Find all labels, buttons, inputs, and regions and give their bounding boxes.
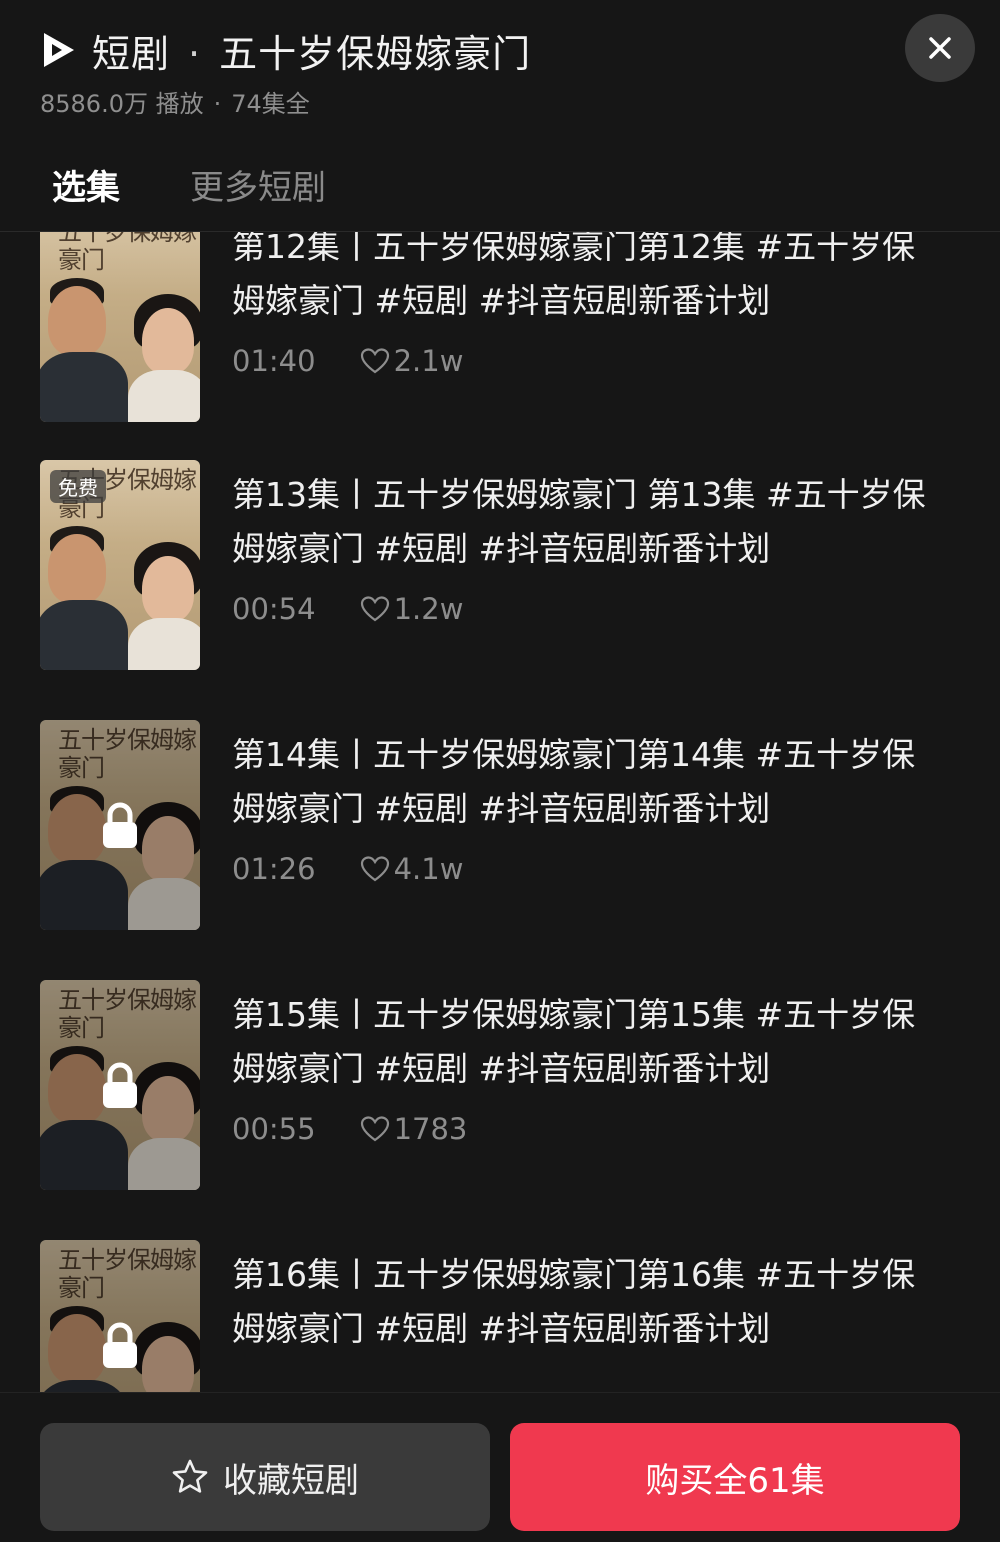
close-button[interactable] bbox=[905, 14, 975, 82]
episode-item[interactable]: 免费 五十岁保姆嫁豪门 第13集丨五十岁保姆嫁豪门 第13集 #五十岁保姆嫁豪门… bbox=[40, 460, 970, 672]
close-icon bbox=[929, 37, 951, 59]
episode-item[interactable]: 五十岁保姆嫁豪门 第12集丨五十岁保姆嫁豪门第12集 #五十岁保姆嫁豪门 #短剧… bbox=[40, 232, 970, 424]
episode-item[interactable]: 五十岁保姆嫁豪门 第15集丨五十岁保姆嫁豪门第15集 #五十岁保姆嫁豪门 #短剧… bbox=[40, 980, 970, 1192]
episode-item[interactable]: 五十岁保姆嫁豪门 第16集丨五十岁保姆嫁豪门第16集 #五十岁保姆嫁豪门 #短剧… bbox=[40, 1240, 970, 1392]
episode-meta: 01:40 2.1w bbox=[232, 344, 463, 378]
episode-duration: 01:26 bbox=[232, 852, 316, 886]
favorite-label: 收藏短剧 bbox=[223, 1460, 359, 1501]
episode-thumbnail: 五十岁保姆嫁豪门 bbox=[40, 1240, 200, 1392]
heart-icon bbox=[360, 596, 389, 622]
heart-icon bbox=[360, 348, 389, 374]
episode-list[interactable]: 五十岁保姆嫁豪门 第12集丨五十岁保姆嫁豪门第12集 #五十岁保姆嫁豪门 #短剧… bbox=[0, 232, 1000, 1392]
heart-icon bbox=[360, 856, 389, 882]
favorite-drama-button[interactable]: 收藏短剧 bbox=[40, 1423, 490, 1531]
episode-duration: 00:54 bbox=[232, 592, 316, 626]
app-label: 短剧 bbox=[92, 31, 171, 76]
like-count: 1783 bbox=[393, 1112, 468, 1146]
lock-icon bbox=[103, 1322, 137, 1368]
episode-duration: 00:55 bbox=[232, 1112, 316, 1146]
title-row: 短剧 · 五十岁保姆嫁豪门 bbox=[40, 22, 531, 78]
episode-title: 第12集丨五十岁保姆嫁豪门第12集 #五十岁保姆嫁豪门 #短剧 #抖音短剧新番计… bbox=[232, 232, 916, 320]
poster-text: 五十岁保姆嫁豪门 bbox=[58, 1246, 197, 1302]
like-count: 2.1w bbox=[393, 344, 464, 378]
episode-meta: 00:54 1.2w bbox=[232, 592, 463, 626]
like-count: 4.1w bbox=[393, 852, 464, 886]
title-separator: · bbox=[188, 31, 202, 76]
tab-episodes[interactable]: 选集 bbox=[52, 160, 120, 243]
episode-meta: 00:55 1783 bbox=[232, 1112, 467, 1146]
drama-stats: 8586.0万 播放 · 74集全 bbox=[40, 84, 310, 119]
play-logo-icon bbox=[44, 33, 74, 67]
bottom-action-bar: 收藏短剧 购买全61集 bbox=[0, 1392, 1000, 1542]
episode-title: 第13集丨五十岁保姆嫁豪门 第13集 #五十岁保姆嫁豪门 #短剧 #抖音短剧新番… bbox=[232, 475, 926, 568]
stats-separator: · bbox=[213, 90, 222, 118]
episode-likes: 4.1w bbox=[360, 852, 464, 886]
episode-thumbnail: 免费 五十岁保姆嫁豪门 bbox=[40, 460, 200, 670]
episode-duration: 01:40 bbox=[232, 344, 316, 378]
tab-more-dramas[interactable]: 更多短剧 bbox=[190, 160, 326, 209]
heart-icon bbox=[360, 1116, 389, 1142]
drama-title: 五十岁保姆嫁豪门 bbox=[219, 31, 532, 76]
lock-icon bbox=[103, 802, 137, 848]
header: 短剧 · 五十岁保姆嫁豪门 8586.0万 播放 · 74集全 选集 更多短剧 bbox=[0, 0, 1000, 243]
episode-likes: 1.2w bbox=[360, 592, 464, 626]
episode-thumbnail: 五十岁保姆嫁豪门 bbox=[40, 980, 200, 1190]
page-title: 短剧 · 五十岁保姆嫁豪门 bbox=[92, 23, 531, 78]
buy-all-button[interactable]: 购买全61集 bbox=[510, 1423, 960, 1531]
episode-title: 第16集丨五十岁保姆嫁豪门第16集 #五十岁保姆嫁豪门 #短剧 #抖音短剧新番计… bbox=[232, 1255, 916, 1348]
episode-likes: 1783 bbox=[360, 1112, 468, 1146]
poster-text: 五十岁保姆嫁豪门 bbox=[58, 726, 197, 782]
play-count: 8586.0万 播放 bbox=[40, 90, 204, 118]
free-badge: 免费 bbox=[50, 470, 106, 503]
poster-text: 五十岁保姆嫁豪门 bbox=[58, 232, 197, 274]
buy-label: 购买全61集 bbox=[645, 1460, 825, 1501]
like-count: 1.2w bbox=[393, 592, 464, 626]
lock-icon bbox=[103, 1062, 137, 1108]
episode-thumbnail: 五十岁保姆嫁豪门 bbox=[40, 232, 200, 422]
episode-title: 第14集丨五十岁保姆嫁豪门第14集 #五十岁保姆嫁豪门 #短剧 #抖音短剧新番计… bbox=[232, 735, 916, 828]
episode-thumbnail: 五十岁保姆嫁豪门 bbox=[40, 720, 200, 930]
episode-total: 74集全 bbox=[231, 90, 310, 118]
tab-bar: 选集 更多短剧 bbox=[52, 160, 396, 243]
star-icon bbox=[172, 1459, 208, 1493]
episode-meta: 01:26 4.1w bbox=[232, 852, 463, 886]
episode-likes: 2.1w bbox=[360, 344, 464, 378]
episode-title: 第15集丨五十岁保姆嫁豪门第15集 #五十岁保姆嫁豪门 #短剧 #抖音短剧新番计… bbox=[232, 995, 916, 1088]
poster-text: 五十岁保姆嫁豪门 bbox=[58, 986, 197, 1042]
episode-item[interactable]: 五十岁保姆嫁豪门 第14集丨五十岁保姆嫁豪门第14集 #五十岁保姆嫁豪门 #短剧… bbox=[40, 720, 970, 932]
